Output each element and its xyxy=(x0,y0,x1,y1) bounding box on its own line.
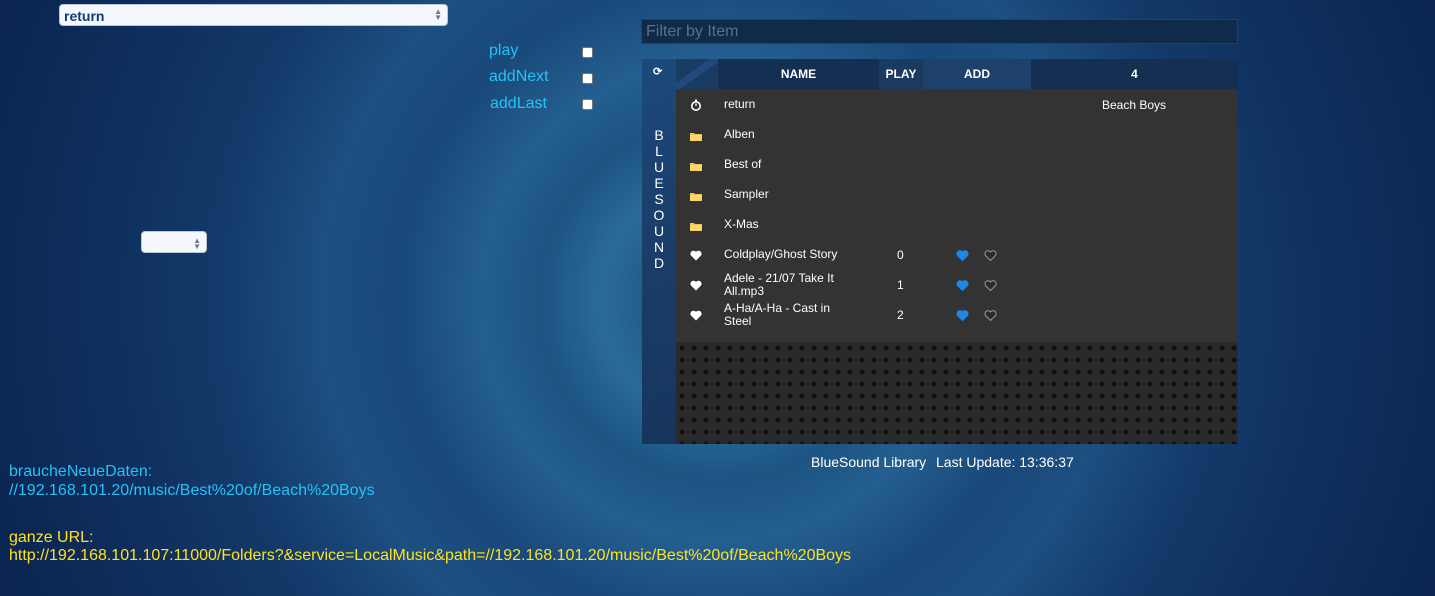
option-play-label: play xyxy=(489,42,519,59)
filter-input[interactable]: Filter by Item xyxy=(641,19,1238,44)
library-title: BlueSound Library xyxy=(811,454,927,470)
row-name[interactable]: return xyxy=(724,98,854,111)
side-letter: U xyxy=(653,159,665,175)
filter-placeholder: Filter by Item xyxy=(646,23,739,40)
table-row[interactable]: Adele - 21/07 Take It All.mp3 1 xyxy=(676,269,1238,299)
heart-icon[interactable] xyxy=(690,278,702,296)
option-play-checkbox[interactable] xyxy=(582,47,593,58)
side-letter: S xyxy=(654,191,664,207)
heart-icon[interactable] xyxy=(690,308,702,326)
table-body: return Beach Boys Alben Best of Sampler X-Mas… xyxy=(676,89,1238,342)
side-letter: D xyxy=(653,255,665,271)
path-select-value: return xyxy=(64,8,105,24)
brauche-value: //192.168.101.20/music/Best%20of/Beach%2… xyxy=(9,482,375,499)
table-row[interactable]: Alben xyxy=(676,119,1238,149)
row-name[interactable]: Sampler xyxy=(724,188,854,201)
option-addlast-label: addLast xyxy=(490,95,547,112)
row-play-index: 2 xyxy=(897,308,904,322)
side-letter: U xyxy=(653,223,665,239)
folder-icon[interactable] xyxy=(690,188,702,206)
add-next-heart-icon[interactable] xyxy=(956,308,969,326)
row-play-index: 0 xyxy=(897,248,904,262)
row-name[interactable]: A-Ha/A-Ha - Cast in Steel xyxy=(724,302,854,328)
table-row[interactable]: X-Mas xyxy=(676,209,1238,239)
side-letter: B xyxy=(654,127,664,143)
brauche-label: braucheNeueDaten: xyxy=(9,463,153,480)
folder-icon[interactable] xyxy=(690,158,702,176)
add-last-heart-icon[interactable] xyxy=(984,308,997,326)
row-name[interactable]: Coldplay/Ghost Story xyxy=(724,248,854,261)
header-icon-cell xyxy=(676,59,718,89)
heart-icon[interactable] xyxy=(690,248,702,266)
option-addnext-checkbox[interactable] xyxy=(582,73,593,84)
side-letter: L xyxy=(655,143,663,159)
option-addlast-checkbox[interactable] xyxy=(582,99,593,110)
select-arrows-icon: ▲ ▼ xyxy=(193,236,201,251)
table-row[interactable]: Coldplay/Ghost Story 0 xyxy=(676,239,1238,269)
header-name[interactable]: NAME xyxy=(718,59,879,89)
refresh-icon[interactable]: ⟳ xyxy=(653,65,662,78)
folder-icon[interactable] xyxy=(690,218,702,236)
side-column: ⟳ BLUESOUND xyxy=(642,59,676,444)
table-row[interactable]: Sampler xyxy=(676,179,1238,209)
url-label: ganze URL: xyxy=(9,529,94,546)
empty-area xyxy=(676,342,1238,444)
table-row[interactable]: Best of xyxy=(676,149,1238,179)
row-name[interactable]: Adele - 21/07 Take It All.mp3 xyxy=(724,272,854,298)
table-row[interactable]: A-Ha/A-Ha - Cast in Steel 2 xyxy=(676,299,1238,329)
header-play[interactable]: PLAY xyxy=(879,59,923,89)
side-label: BLUESOUND xyxy=(642,127,676,271)
small-select[interactable]: ▲ ▼ xyxy=(141,231,207,253)
add-next-heart-icon[interactable] xyxy=(956,248,969,266)
add-last-heart-icon[interactable] xyxy=(984,278,997,296)
side-letter: N xyxy=(653,239,665,255)
header-add[interactable]: ADD xyxy=(923,59,1031,89)
row-name[interactable]: Alben xyxy=(724,128,854,141)
folder-icon[interactable] xyxy=(690,128,702,146)
add-last-heart-icon[interactable] xyxy=(984,248,997,266)
side-letter: E xyxy=(654,175,664,191)
side-letter: O xyxy=(653,207,665,223)
last-update: Last Update: 13:36:37 xyxy=(936,454,1074,470)
path-select[interactable]: return ▲ ▼ xyxy=(59,4,448,26)
stopwatch-icon[interactable] xyxy=(690,98,702,116)
url-value: http://192.168.101.107:11000/Folders?&se… xyxy=(9,547,852,564)
header-count: 4 xyxy=(1031,59,1238,89)
option-addnext-label: addNext xyxy=(489,68,549,85)
select-arrows-icon: ▲ ▼ xyxy=(434,7,442,22)
row-name[interactable]: Best of xyxy=(724,158,854,171)
row-name[interactable]: X-Mas xyxy=(724,218,854,231)
add-next-heart-icon[interactable] xyxy=(956,278,969,296)
row-play-index: 1 xyxy=(897,278,904,292)
row-extra: Beach Boys xyxy=(1102,98,1167,112)
library-panel: ⟳ BLUESOUND NAME PLAY ADD 4 return Beach … xyxy=(642,59,1238,444)
table-row[interactable]: return Beach Boys xyxy=(676,89,1238,119)
